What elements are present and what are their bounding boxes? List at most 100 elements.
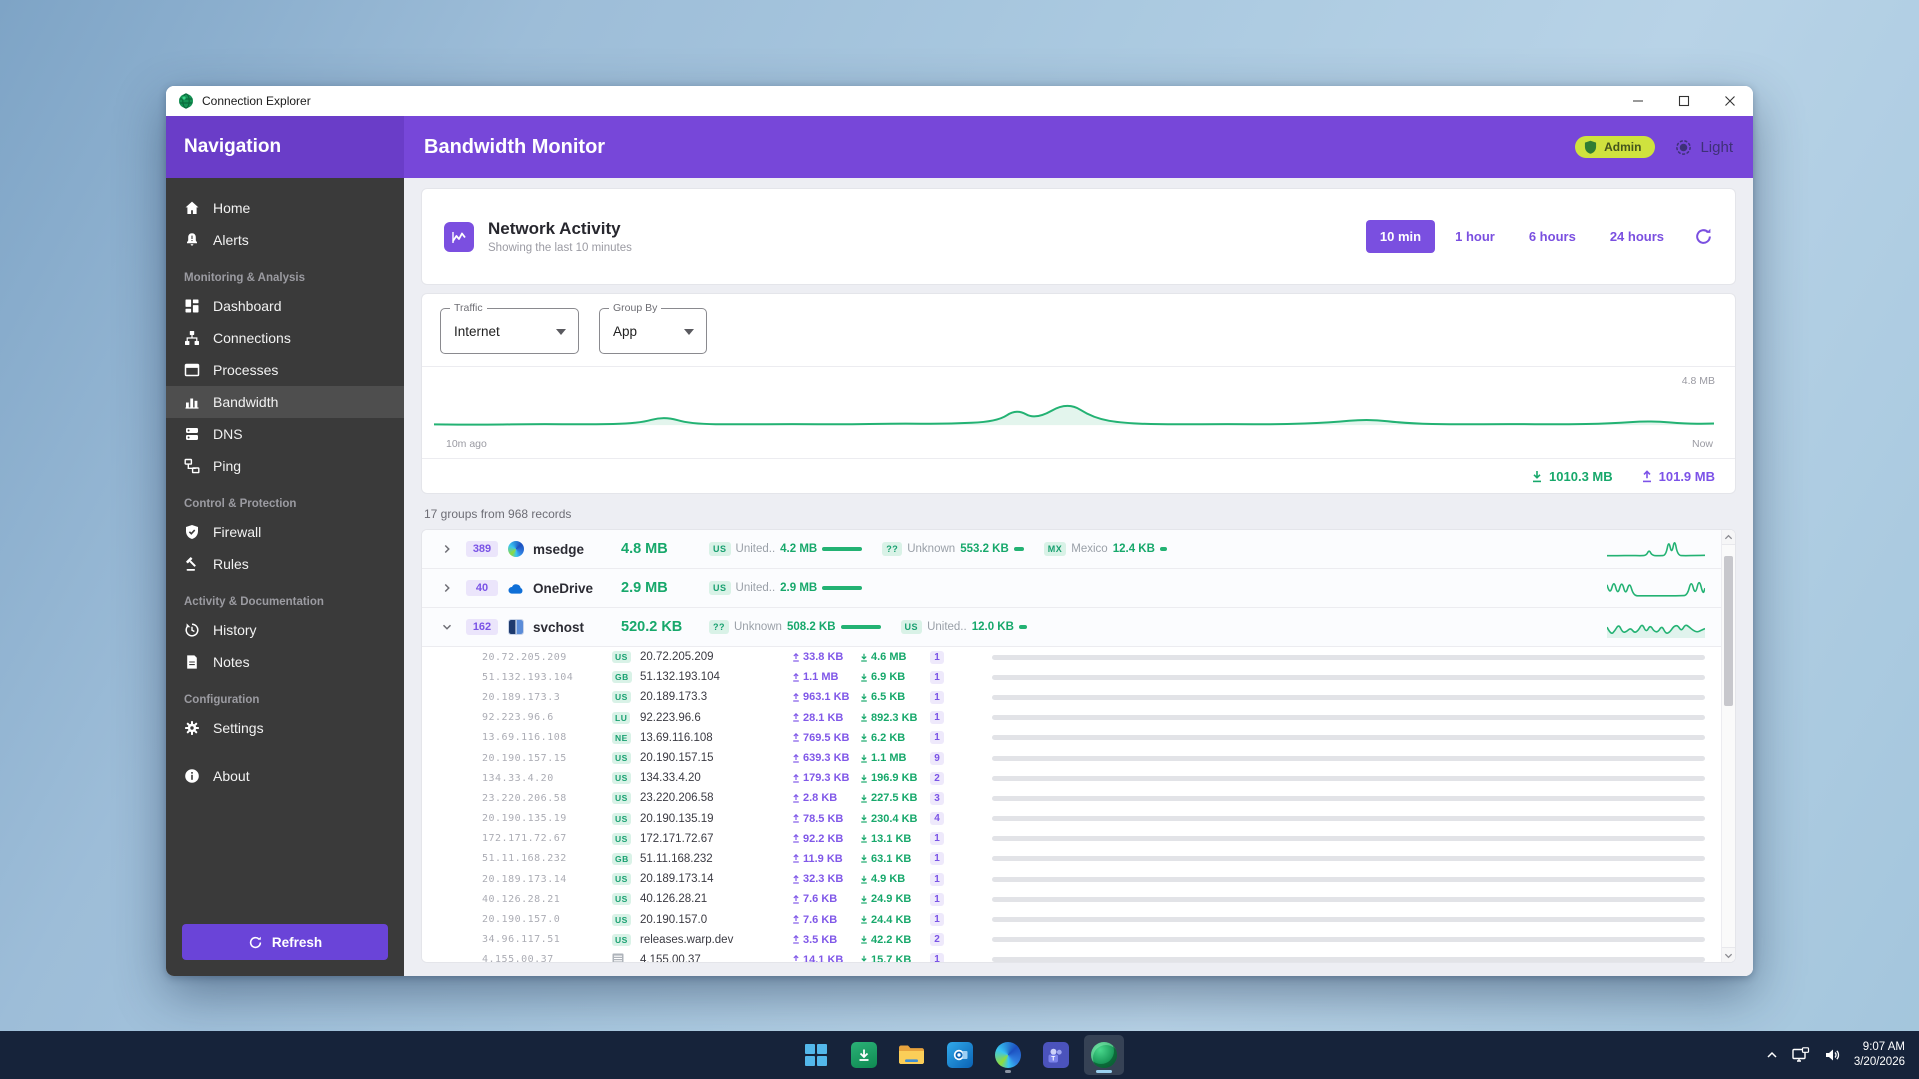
remote-host: 172.171.72.67 [640,832,714,845]
taskbar-clock[interactable]: 9:07 AM 3/20/2026 [1854,1040,1905,1070]
upload-bytes: 14.1 KB [792,954,860,962]
sidebar-item-connections[interactable]: Connections [166,322,404,354]
hidden-icons-chevron[interactable] [1766,1049,1778,1061]
bandwidth-group-row-msedge[interactable]: 389 msedge 4.8 MB US United.. 4.2 MB ?? … [422,530,1735,569]
remote-ip-mono: 20.72.205.209 [482,651,567,663]
remote-host: releases.warp.dev [640,933,734,946]
app-name: svchost [533,619,585,635]
window-icon [184,363,200,377]
range-button-1-hour[interactable]: 1 hour [1441,220,1509,253]
remote-host: 134.33.4.20 [640,772,701,785]
download-bytes: 24.4 KB [860,914,930,926]
remote-ip-mono: 23.220.206.58 [482,792,567,804]
download-icon [861,673,867,682]
country-flag-badge: US [612,873,631,886]
remote-ip-mono: 20.190.135.19 [482,813,567,825]
download-bytes: 63.1 KB [860,853,930,865]
country-traffic-chip: US United.. 4.2 MB [709,542,863,556]
taskbar-teams[interactable]: T [1036,1035,1076,1075]
network-tray-icon[interactable] [1792,1047,1810,1063]
sidebar-item-alerts[interactable]: Alerts [166,224,404,256]
bandwidth-group-row-OneDrive[interactable]: 40 OneDrive 2.9 MB US United.. 2.9 MB [422,569,1735,608]
expand-toggle[interactable] [436,620,458,634]
table-scrollbar[interactable] [1721,530,1735,962]
hit-count-badge: 1 [930,670,944,684]
bandwidth-group-row-svchost[interactable]: 162 svchost 520.2 KB ?? Unknown 508.2 KB… [422,608,1735,647]
titlebar[interactable]: Connection Explorer [166,86,1753,116]
connection-count-badge: 40 [466,580,498,596]
group-by-select[interactable]: Group By App [599,302,707,354]
upload-icon [793,753,799,763]
connection-count-badge: 162 [466,619,498,635]
sidebar-item-processes[interactable]: Processes [166,354,404,386]
bell-icon [187,233,197,246]
connection-row: 172.171.72.67 US 172.171.72.67 92.2 KB 1… [422,829,1735,849]
traffic-bar-track [992,937,1705,943]
sidebar-item-about[interactable]: About [166,760,404,792]
onedrive-icon [508,583,523,594]
scrollbar-thumb[interactable] [1724,556,1733,706]
traffic-bar-track [992,694,1705,700]
chart-refresh-button[interactable] [1694,227,1713,246]
close-button[interactable] [1707,86,1753,116]
sidebar-item-history[interactable]: History [166,614,404,646]
range-button-24-hours[interactable]: 24 hours [1596,220,1678,253]
page-title: Bandwidth Monitor [424,135,606,158]
remote-host: 20.190.135.19 [640,812,714,825]
maximize-button[interactable] [1661,86,1707,116]
range-button-10-min[interactable]: 10 min [1365,220,1436,253]
groups-meta: 17 groups from 968 records [424,507,572,521]
upload-bytes: 7.6 KB [792,914,860,926]
theme-toggle[interactable]: Light [1675,139,1733,156]
sidebar-item-dashboard[interactable]: Dashboard [166,290,404,322]
scroll-down-button[interactable] [1722,947,1735,962]
taskbar-downloads-folder[interactable] [844,1035,884,1075]
taskbar-file-explorer[interactable] [892,1035,932,1075]
scroll-up-button[interactable] [1722,530,1735,545]
bar-chart-icon [185,398,199,409]
remote-ip-mono: 20.190.157.0 [482,914,561,926]
country-mini-bar [1159,547,1167,551]
minimize-button[interactable] [1615,86,1661,116]
country-flag-badge: US [612,752,631,765]
remote-host: 51.11.168.232 [640,852,713,865]
remote-host: 40.126.28.21 [640,893,708,906]
app-total-bytes: 2.9 MB [621,580,668,596]
app-logo-globe-icon [179,93,193,109]
country-flag-badge: ?? [882,542,903,556]
windows-logo-icon [804,1044,827,1066]
volume-tray-icon[interactable] [1824,1047,1840,1063]
upload-bytes: 78.5 KB [792,813,860,825]
taskbar-outlook[interactable] [940,1035,980,1075]
expand-toggle[interactable] [436,581,458,595]
taskbar-edge[interactable] [988,1035,1028,1075]
download-bytes: 4.9 KB [860,873,930,885]
country-flag-badge: US [612,913,631,926]
taskbar-connection-explorer[interactable] [1083,1035,1124,1075]
chevron-down-icon [684,329,694,335]
download-icon [861,875,867,884]
sidebar-item-notes[interactable]: Notes [166,646,404,678]
expand-toggle[interactable] [436,542,458,556]
sidebar-item-settings[interactable]: Settings [166,712,404,744]
country-mini-bar [1013,547,1024,551]
sidebar-item-firewall[interactable]: Firewall [166,516,404,548]
hit-count-badge: 9 [930,751,944,765]
country-flag-badge: US [612,933,631,946]
traffic-bar-track [992,876,1705,882]
upload-bytes: 3.5 KB [792,934,860,946]
sidebar-item-dns[interactable]: DNS [166,418,404,450]
sidebar-item-bandwidth[interactable]: Bandwidth [166,386,404,418]
outlook-icon [946,1042,973,1068]
refresh-button[interactable]: Refresh [182,924,388,960]
total-download: 1010.3 MB [1531,469,1613,484]
sidebar-item-ping[interactable]: Ping [166,450,404,482]
sidebar-item-home[interactable]: Home [166,192,404,224]
sidebar-item-rules[interactable]: Rules [166,548,404,580]
range-button-6-hours[interactable]: 6 hours [1515,220,1590,253]
traffic-select[interactable]: Traffic Internet [440,302,579,354]
start-button[interactable] [796,1035,836,1075]
remote-ip-mono: 51.11.168.232 [482,853,567,865]
download-bytes: 6.5 KB [860,691,930,703]
download-bytes: 24.9 KB [860,893,930,905]
